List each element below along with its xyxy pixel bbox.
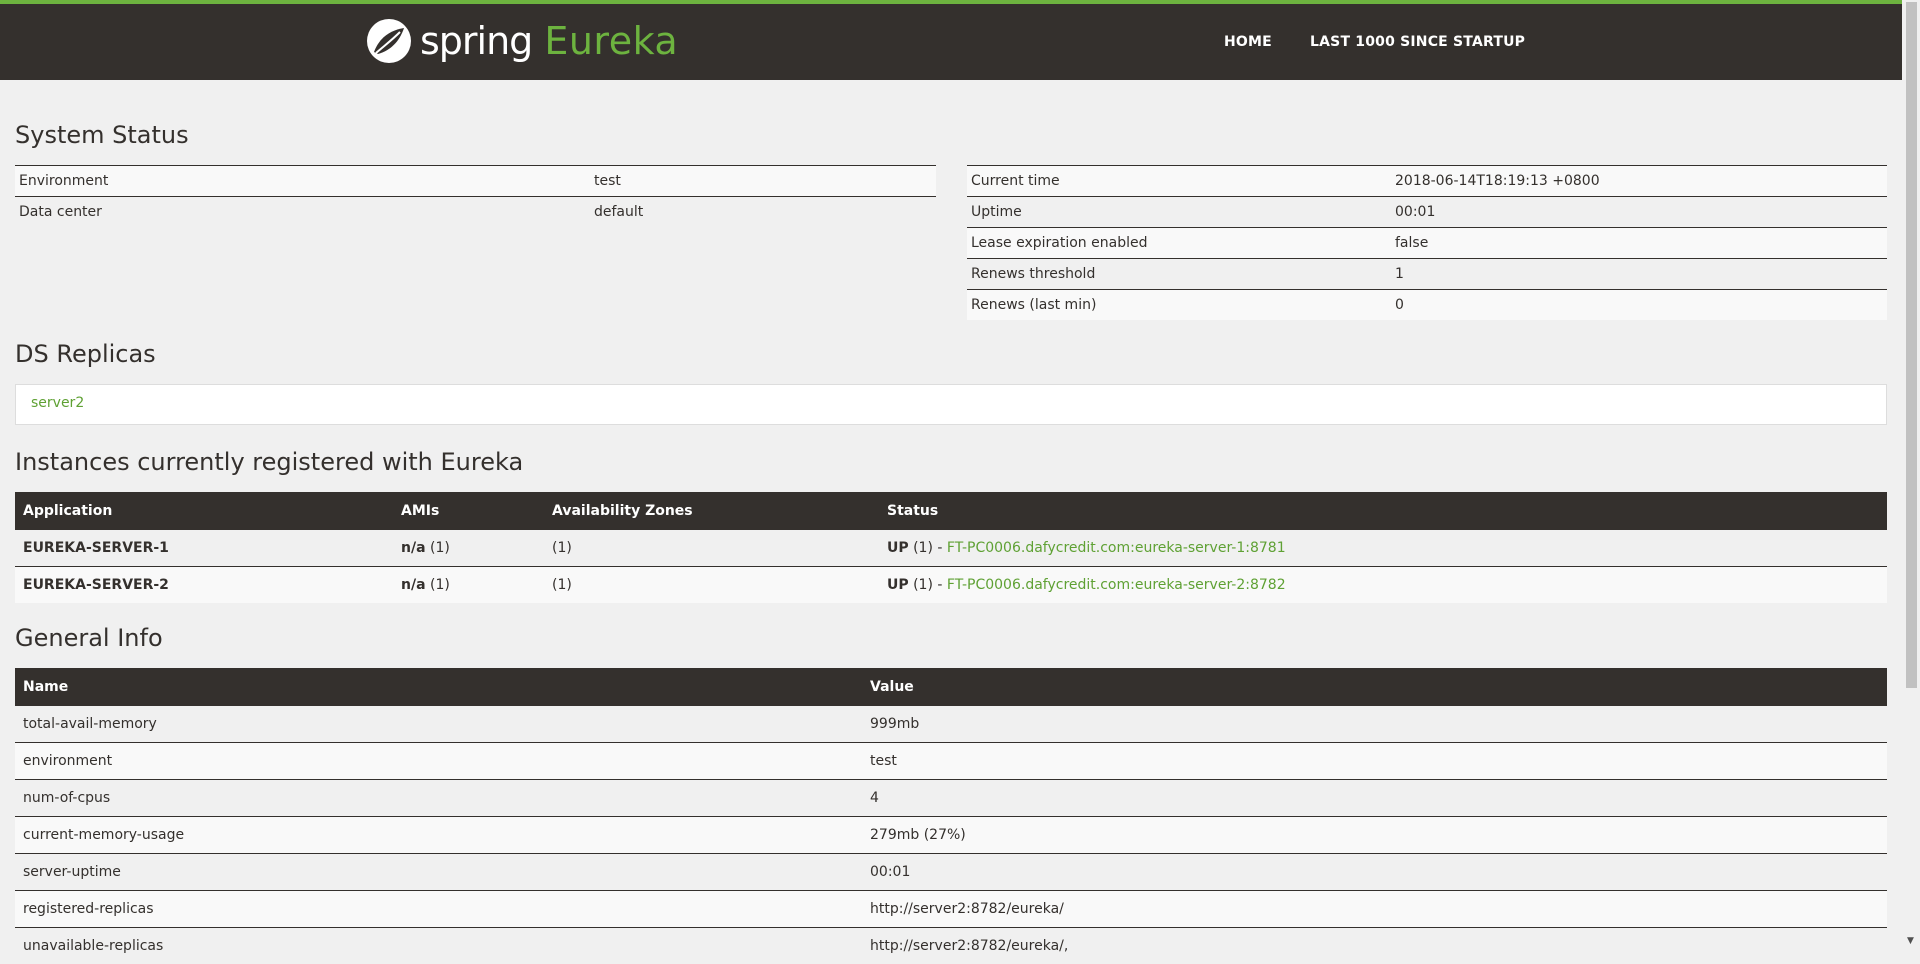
table-row: EUREKA-SERVER-1 n/a (1) (1) UP (1) - FT-… xyxy=(15,530,1887,567)
status-value: 0 xyxy=(1391,290,1887,321)
replica-link[interactable]: server2 xyxy=(31,395,84,411)
info-value: 4 xyxy=(862,780,1887,817)
status-value: false xyxy=(1391,228,1887,259)
table-row: EUREKA-SERVER-2 n/a (1) (1) UP (1) - FT-… xyxy=(15,567,1887,604)
status-label: Renews threshold xyxy=(967,259,1391,290)
table-header-row: Name Value xyxy=(15,668,1887,706)
application-cell: EUREKA-SERVER-2 xyxy=(15,567,393,604)
system-status-title: System Status xyxy=(15,121,189,149)
system-status-right-table: Current time 2018-06-14T18:19:13 +0800 U… xyxy=(967,165,1887,320)
application-name: EUREKA-SERVER-2 xyxy=(23,577,169,593)
general-info-table: Name Value total-avail-memory 999mb envi… xyxy=(15,668,1887,964)
general-info-title: General Info xyxy=(15,624,163,652)
application-cell: EUREKA-SERVER-1 xyxy=(15,530,393,567)
table-header-row: Application AMIs Availability Zones Stat… xyxy=(15,492,1887,530)
arrow-down-icon[interactable]: ▼ xyxy=(1907,936,1914,946)
table-row: Data center default xyxy=(15,197,936,228)
status-label: Uptime xyxy=(967,197,1391,228)
info-value: 999mb xyxy=(862,706,1887,743)
info-name: registered-replicas xyxy=(15,891,862,928)
column-header: Availability Zones xyxy=(544,492,879,530)
status-label: Lease expiration enabled xyxy=(967,228,1391,259)
table-row: Renews (last min) 0 xyxy=(967,290,1887,321)
status-value: 2018-06-14T18:19:13 +0800 xyxy=(1391,166,1887,197)
table-row: unavailable-replicas http://server2:8782… xyxy=(15,928,1887,964)
ami-count: (1) xyxy=(430,540,450,556)
table-row: Environment test xyxy=(15,166,936,197)
status-up: UP xyxy=(887,577,909,593)
column-header: Name xyxy=(15,668,862,706)
ds-replicas-list: server2 xyxy=(15,384,1887,425)
column-header: AMIs xyxy=(393,492,544,530)
column-header: Status xyxy=(879,492,1887,530)
logo-spring-text: spring xyxy=(420,19,532,63)
status-count: (1) - xyxy=(913,540,942,556)
info-value: 00:01 xyxy=(862,854,1887,891)
instances-title: Instances currently registered with Eure… xyxy=(15,448,523,476)
scrollbar-thumb[interactable] xyxy=(1906,2,1917,688)
table-row: current-memory-usage 279mb (27%) xyxy=(15,817,1887,854)
ds-replicas-title: DS Replicas xyxy=(15,340,156,368)
info-value: http://server2:8782/eureka/, xyxy=(862,928,1887,964)
table-row: environment test xyxy=(15,743,1887,780)
status-label: Renews (last min) xyxy=(967,290,1391,321)
ami-cell: n/a (1) xyxy=(393,530,544,567)
spring-leaf-icon xyxy=(366,18,412,64)
ami-value: n/a xyxy=(401,577,426,593)
table-row: server-uptime 00:01 xyxy=(15,854,1887,891)
info-name: server-uptime xyxy=(15,854,862,891)
instances-table: Application AMIs Availability Zones Stat… xyxy=(15,492,1887,603)
nav-home-link[interactable]: HOME xyxy=(1224,34,1272,50)
info-name: unavailable-replicas xyxy=(15,928,862,964)
info-value: test xyxy=(862,743,1887,780)
column-header: Value xyxy=(862,668,1887,706)
spring-eureka-logo[interactable]: spring Eureka xyxy=(366,17,678,65)
zones-cell: (1) xyxy=(544,567,879,604)
status-label: Data center xyxy=(15,197,590,228)
status-label: Environment xyxy=(15,166,590,197)
ami-cell: n/a (1) xyxy=(393,567,544,604)
status-value: 00:01 xyxy=(1391,197,1887,228)
table-row: num-of-cpus 4 xyxy=(15,780,1887,817)
info-value: http://server2:8782/eureka/ xyxy=(862,891,1887,928)
logo-eureka-text: Eureka xyxy=(544,19,678,63)
status-cell: UP (1) - FT-PC0006.dafycredit.com:eureka… xyxy=(879,567,1887,604)
table-row: Uptime 00:01 xyxy=(967,197,1887,228)
nav-last-1000-link[interactable]: LAST 1000 SINCE STARTUP xyxy=(1310,34,1525,50)
table-row: Renews threshold 1 xyxy=(967,259,1887,290)
top-navbar: spring Eureka HOME LAST 1000 SINCE START… xyxy=(0,0,1902,80)
table-row: total-avail-memory 999mb xyxy=(15,706,1887,743)
info-name: num-of-cpus xyxy=(15,780,862,817)
ami-count: (1) xyxy=(430,577,450,593)
status-count: (1) - xyxy=(913,577,942,593)
info-name: current-memory-usage xyxy=(15,817,862,854)
status-value: test xyxy=(590,166,936,197)
status-value: 1 xyxy=(1391,259,1887,290)
status-value: default xyxy=(590,197,936,228)
status-label: Current time xyxy=(967,166,1391,197)
instance-link[interactable]: FT-PC0006.dafycredit.com:eureka-server-2… xyxy=(947,577,1286,593)
info-value: 279mb (27%) xyxy=(862,817,1887,854)
info-name: total-avail-memory xyxy=(15,706,862,743)
status-up: UP xyxy=(887,540,909,556)
info-name: environment xyxy=(15,743,862,780)
table-row: Lease expiration enabled false xyxy=(967,228,1887,259)
table-row: registered-replicas http://server2:8782/… xyxy=(15,891,1887,928)
vertical-scrollbar[interactable]: ▼ xyxy=(1902,0,1920,949)
system-status-left-table: Environment test Data center default xyxy=(15,165,936,227)
zones-cell: (1) xyxy=(544,530,879,567)
instance-link[interactable]: FT-PC0006.dafycredit.com:eureka-server-1… xyxy=(947,540,1286,556)
column-header: Application xyxy=(15,492,393,530)
ami-value: n/a xyxy=(401,540,426,556)
status-cell: UP (1) - FT-PC0006.dafycredit.com:eureka… xyxy=(879,530,1887,567)
application-name: EUREKA-SERVER-1 xyxy=(23,540,169,556)
table-row: Current time 2018-06-14T18:19:13 +0800 xyxy=(967,166,1887,197)
